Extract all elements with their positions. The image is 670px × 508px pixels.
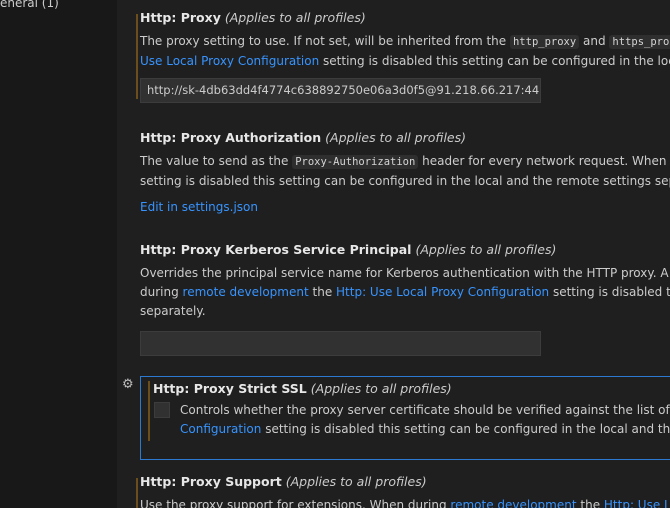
code-proxy-authorization: Proxy-Authorization <box>292 155 419 169</box>
setting-description: Overrides the principal service name for… <box>140 266 670 318</box>
strict-ssl-checkbox[interactable] <box>154 402 170 418</box>
setting-title: Http: Proxy Kerberos Service Principal (A… <box>140 242 557 257</box>
link-use-local-proxy-configuration[interactable]: Http: Use Local Proxy Configuration <box>336 285 549 299</box>
link-use-local-proxy-configuration[interactable]: Http: Use Local P <box>604 498 670 508</box>
setting-http-proxy-kerberos: Http: Proxy Kerberos Service Principal (A… <box>140 242 670 356</box>
modified-indicator <box>148 381 150 441</box>
setting-title: Http: Proxy Support (Applies to all profi… <box>140 474 427 489</box>
code-https-proxy: https_proxy <box>609 35 670 49</box>
code-http-proxy: http_proxy <box>509 35 580 49</box>
link-configuration[interactable]: Configuration <box>180 422 261 436</box>
modified-indicator <box>136 14 138 99</box>
setting-http-proxy: Http: Proxy (Applies to all profiles) The… <box>136 10 670 103</box>
edit-in-settings-json-link[interactable]: Edit in settings.json <box>140 200 258 214</box>
setting-http-proxy-strict-ssl: Http: Proxy Strict SSL (Applies to all pr… <box>140 376 670 460</box>
setting-http-proxy-authorization: Http: Proxy Authorization (Applies to all… <box>140 130 670 214</box>
link-remote-development[interactable]: remote development <box>183 285 309 299</box>
link-remote-development[interactable]: remote development <box>450 498 576 508</box>
setting-description: Use the proxy support for extensions. Wh… <box>140 496 670 508</box>
settings-list: Http: Proxy (Applies to all profiles) The… <box>117 0 670 508</box>
setting-description: Controls whether the proxy server certif… <box>180 403 670 436</box>
setting-title: Http: Proxy Authorization (Applies to all… <box>140 130 467 145</box>
proxy-input[interactable]: http://sk-4db63dd4f4774c638892750e06a3d0… <box>140 78 541 103</box>
setting-http-proxy-support: Http: Proxy Support (Applies to all profi… <box>136 474 670 508</box>
setting-title: Http: Proxy (Applies to all profiles) <box>140 10 366 25</box>
setting-description: The proxy setting to use. If not set, wi… <box>140 32 670 71</box>
modified-indicator <box>136 478 138 508</box>
gear-icon[interactable]: ⚙ <box>122 377 134 392</box>
settings-toc-sidebar: eneral (1) <box>0 0 117 508</box>
proxy-kerberos-input[interactable] <box>140 331 541 356</box>
setting-title: Http: Proxy Strict SSL (Applies to all pr… <box>153 381 452 396</box>
setting-description: The value to send as the Proxy-Authoriza… <box>140 154 670 188</box>
toc-item-general[interactable]: eneral (1) <box>0 0 59 10</box>
link-use-local-proxy-configuration[interactable]: Use Local Proxy Configuration <box>140 54 319 68</box>
